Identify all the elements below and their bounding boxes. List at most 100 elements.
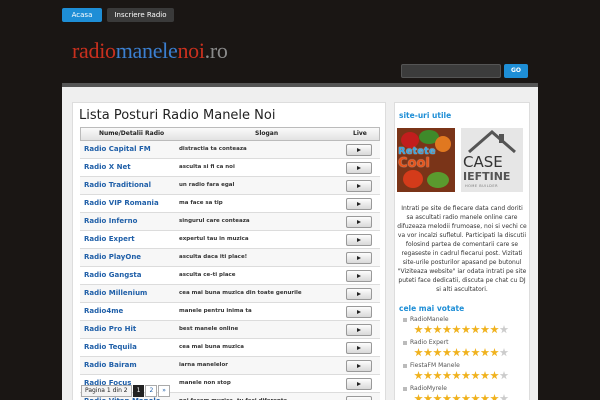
play-button[interactable] <box>346 216 372 228</box>
top-voted-item[interactable]: RadioManele <box>403 316 449 323</box>
star-icon[interactable] <box>442 394 452 400</box>
station-name-link[interactable]: Radio Inferno <box>84 217 137 225</box>
star-icon[interactable] <box>490 348 499 357</box>
star-icon[interactable] <box>471 325 480 334</box>
star-icon[interactable] <box>471 348 480 357</box>
play-button[interactable] <box>346 360 372 372</box>
play-button[interactable] <box>346 396 372 400</box>
station-slogan: best manele online <box>179 326 239 332</box>
star-icon[interactable] <box>480 394 490 400</box>
play-button[interactable] <box>346 288 372 300</box>
station-name-link[interactable]: Radio Pro Hit <box>84 325 136 333</box>
star-icon[interactable] <box>471 394 480 400</box>
star-rating[interactable] <box>414 325 509 334</box>
table-row: Radio Expert expertul tau in muzica <box>80 231 380 249</box>
station-name-link[interactable]: Radio Gangsta <box>84 271 141 279</box>
star-icon[interactable] <box>480 325 490 334</box>
star-icon[interactable] <box>499 394 509 400</box>
table-row: Radio Inferno singurul care conteaza <box>80 213 380 231</box>
star-icon[interactable] <box>423 325 433 334</box>
star-icon[interactable] <box>414 394 423 400</box>
star-icon[interactable] <box>461 348 471 357</box>
star-icon[interactable] <box>499 348 509 357</box>
column-header-name: Nume/Detalii Radio <box>99 130 165 137</box>
search-go-button[interactable]: GO <box>504 64 528 78</box>
pagination-page-2[interactable]: 2 <box>145 385 158 397</box>
station-name-link[interactable]: Radio Traditional <box>84 181 151 189</box>
station-name-link[interactable]: Radio PlayOne <box>84 253 141 261</box>
star-icon[interactable] <box>442 325 452 334</box>
play-icon <box>357 345 361 350</box>
play-button[interactable] <box>346 180 372 192</box>
top-voted-item[interactable]: RadioMyrele <box>403 385 447 392</box>
station-name-link[interactable]: Radio Tequila <box>84 343 137 351</box>
star-icon[interactable] <box>461 394 471 400</box>
star-icon[interactable] <box>461 325 471 334</box>
play-button[interactable] <box>346 342 372 354</box>
play-button[interactable] <box>346 270 372 282</box>
table-row: Radio VIP Romania ma face sa tip <box>80 195 380 213</box>
star-rating[interactable] <box>414 348 509 357</box>
star-icon[interactable] <box>480 348 490 357</box>
case-ieftine-banner[interactable]: CASE IEFTINE HOME BUILDER <box>461 128 523 192</box>
star-icon[interactable] <box>414 348 423 357</box>
star-icon[interactable] <box>499 371 509 380</box>
star-icon[interactable] <box>490 394 499 400</box>
nav-register-button[interactable]: Inscriere Radio <box>107 8 174 22</box>
sidebar-useful-sites-title: site-uri utile <box>399 111 452 120</box>
station-name-link[interactable]: Radio4me <box>84 307 123 315</box>
star-icon[interactable] <box>423 348 433 357</box>
top-navigation: Acasa Inscriere Radio <box>0 0 600 30</box>
star-icon[interactable] <box>490 371 499 380</box>
star-icon[interactable] <box>452 325 461 334</box>
star-icon[interactable] <box>461 371 471 380</box>
station-name-link[interactable]: Radio Expert <box>84 235 135 243</box>
content-area: Lista Posturi Radio Manele Noi Nume/Deta… <box>62 87 538 400</box>
station-slogan: un radio fara egal <box>179 182 235 188</box>
star-icon[interactable] <box>452 371 461 380</box>
play-button[interactable] <box>346 162 372 174</box>
play-button[interactable] <box>346 234 372 246</box>
star-icon[interactable] <box>471 371 480 380</box>
star-icon[interactable] <box>423 394 433 400</box>
star-icon[interactable] <box>433 394 442 400</box>
star-icon[interactable] <box>480 371 490 380</box>
star-icon[interactable] <box>452 394 461 400</box>
play-button[interactable] <box>346 144 372 156</box>
station-name-link[interactable]: Radio VIP Romania <box>84 199 159 207</box>
star-icon[interactable] <box>433 325 442 334</box>
star-icon[interactable] <box>452 348 461 357</box>
star-icon[interactable] <box>414 371 423 380</box>
nav-home-button[interactable]: Acasa <box>62 8 102 22</box>
top-voted-item[interactable]: Radio Expert <box>403 339 448 346</box>
star-icon[interactable] <box>499 325 509 334</box>
star-icon[interactable] <box>423 371 433 380</box>
table-row: Radio Pro Hit best manele online <box>80 321 380 339</box>
star-icon[interactable] <box>442 371 452 380</box>
pagination-next-arrow[interactable]: » <box>158 385 170 397</box>
station-name-link[interactable]: Radio Bairam <box>84 361 137 369</box>
site-logo[interactable]: radiomanelenoi.ro <box>72 38 228 64</box>
star-icon[interactable] <box>442 348 452 357</box>
star-icon[interactable] <box>433 371 442 380</box>
star-rating[interactable] <box>414 394 509 400</box>
station-name-link[interactable]: Radio Millenium <box>84 289 147 297</box>
star-rating[interactable] <box>414 371 509 380</box>
station-name-link[interactable]: Radio Capital FM <box>84 145 151 153</box>
play-button[interactable] <box>346 252 372 264</box>
star-icon[interactable] <box>490 325 499 334</box>
search-input[interactable] <box>401 64 501 78</box>
table-row: Radio Capital FM distractia ta conteaza <box>80 141 380 159</box>
play-button[interactable] <box>346 306 372 318</box>
play-button[interactable] <box>346 198 372 210</box>
station-name-link[interactable]: Radio X Net <box>84 163 131 171</box>
station-slogan: asculta ce-ti place <box>179 272 236 278</box>
retete-cool-banner[interactable]: Retete Cool <box>397 128 455 192</box>
star-icon[interactable] <box>414 325 423 334</box>
top-voted-item[interactable]: FiestaFM Manele <box>403 362 460 369</box>
play-button[interactable] <box>346 378 372 390</box>
play-icon <box>357 291 361 296</box>
star-icon[interactable] <box>433 348 442 357</box>
play-button[interactable] <box>346 324 372 336</box>
table-row: Radio PlayOne asculta daca iti place! <box>80 249 380 267</box>
